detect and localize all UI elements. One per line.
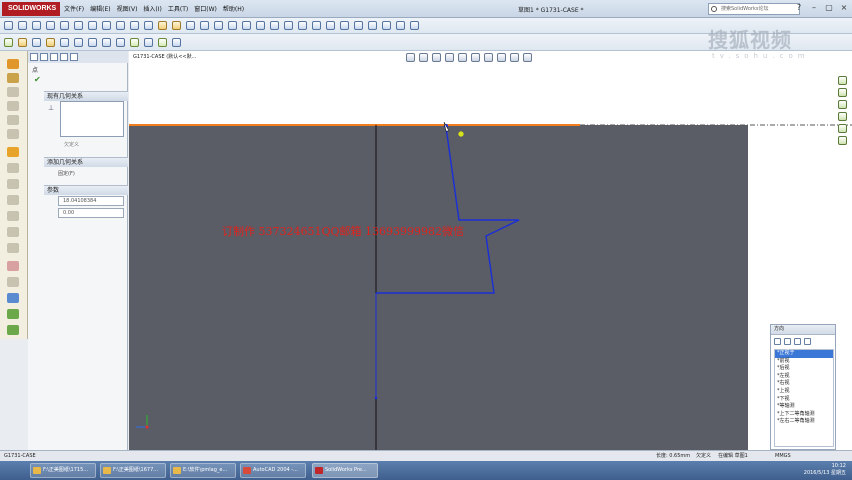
- coincident-relation-icon: [457, 130, 465, 138]
- taskbar-label: F:\正美图纸\1677...: [113, 467, 159, 473]
- view-top[interactable]: *上视: [775, 388, 833, 396]
- resources-tab-icon[interactable]: [838, 76, 847, 85]
- view-back[interactable]: *后视: [775, 365, 833, 373]
- view-isometric[interactable]: *等轴测: [775, 403, 833, 411]
- taskbar-folder-3[interactable]: E:\软件\pmlag_e...: [170, 463, 236, 478]
- design-library-tab-icon[interactable]: [838, 88, 847, 97]
- windows-taskbar: F:\正美图纸\1715... F:\正美图纸\1677... E:\软件\pm…: [0, 461, 852, 480]
- status-units[interactable]: MMGS: [775, 451, 791, 461]
- solidworks-icon: [315, 467, 323, 474]
- folder-icon: [103, 467, 111, 474]
- sketch-geometry: [129, 121, 852, 450]
- status-doc-name: G1731-CASE: [4, 453, 36, 459]
- taskbar-label: SolidWorks Pre...: [325, 467, 367, 473]
- task-pane-tabs: [838, 76, 850, 148]
- view-normal-to[interactable]: *正视于: [775, 350, 833, 358]
- status-bar: G1731-CASE 长度: 0.65mm 欠定义 在编辑 草图1 MMGS: [0, 450, 852, 461]
- taskbar-autocad[interactable]: AutoCAD 2004 -...: [240, 463, 306, 478]
- orientation-list: *正视于 *前视 *后视 *左视 *右视 *上视 *下视 *等轴测 *上下二等角…: [774, 349, 834, 447]
- taskbar-label: AutoCAD 2004 -...: [253, 467, 298, 473]
- view-palette-tab-icon[interactable]: [838, 112, 847, 121]
- overlay-contact-text: 订制作 537324651QQ邮箱 13693999982微信: [222, 225, 464, 238]
- orientation-tools: [771, 335, 835, 348]
- taskbar-folder-1[interactable]: F:\正美图纸\1715...: [30, 463, 96, 478]
- taskbar-label: F:\正美图纸\1715...: [43, 467, 89, 473]
- file-explorer-tab-icon[interactable]: [838, 100, 847, 109]
- view-right[interactable]: *右视: [775, 380, 833, 388]
- status-definition: 欠定义: [696, 453, 712, 459]
- clock-time: 10:12: [831, 463, 846, 469]
- taskbar-folder-2[interactable]: F:\正美图纸\1677...: [100, 463, 166, 478]
- taskbar-solidworks[interactable]: SolidWorks Pre...: [312, 463, 378, 478]
- watermark-logo: 搜狐视频: [708, 28, 792, 52]
- custom-properties-tab-icon[interactable]: [838, 136, 847, 145]
- folder-icon: [33, 467, 41, 474]
- clock-date: 2016/5/13 星期五: [803, 470, 846, 476]
- sketch-end-point[interactable]: [374, 396, 378, 400]
- pin-icon[interactable]: [804, 338, 811, 345]
- appearances-tab-icon[interactable]: [838, 124, 847, 133]
- status-length: 长度: 0.65mm: [656, 453, 691, 459]
- mouse-cursor-icon: [443, 121, 450, 132]
- update-view-icon[interactable]: [784, 338, 791, 345]
- reset-view-icon[interactable]: [794, 338, 801, 345]
- new-view-icon[interactable]: [774, 338, 781, 345]
- view-dimetric[interactable]: *左右二等角轴测: [775, 418, 833, 426]
- triad-origin-icon: [145, 425, 149, 429]
- watermark-url: tv.sohu.com: [712, 52, 810, 60]
- system-clock[interactable]: 10:12 2016/5/13 星期五: [804, 463, 846, 477]
- taskbar-label: E:\软件\pmlag_e...: [183, 467, 228, 473]
- autocad-icon: [243, 467, 251, 474]
- orientation-title: 方向: [771, 325, 835, 335]
- status-editing: 在编辑 草图1: [718, 453, 748, 459]
- sketch-profile[interactable]: [376, 126, 520, 294]
- orientation-panel: 方向 *正视于 *前视 *后视 *左视 *右视 *上视 *下视 *等轴测 *上下…: [770, 324, 836, 450]
- folder-icon: [173, 467, 181, 474]
